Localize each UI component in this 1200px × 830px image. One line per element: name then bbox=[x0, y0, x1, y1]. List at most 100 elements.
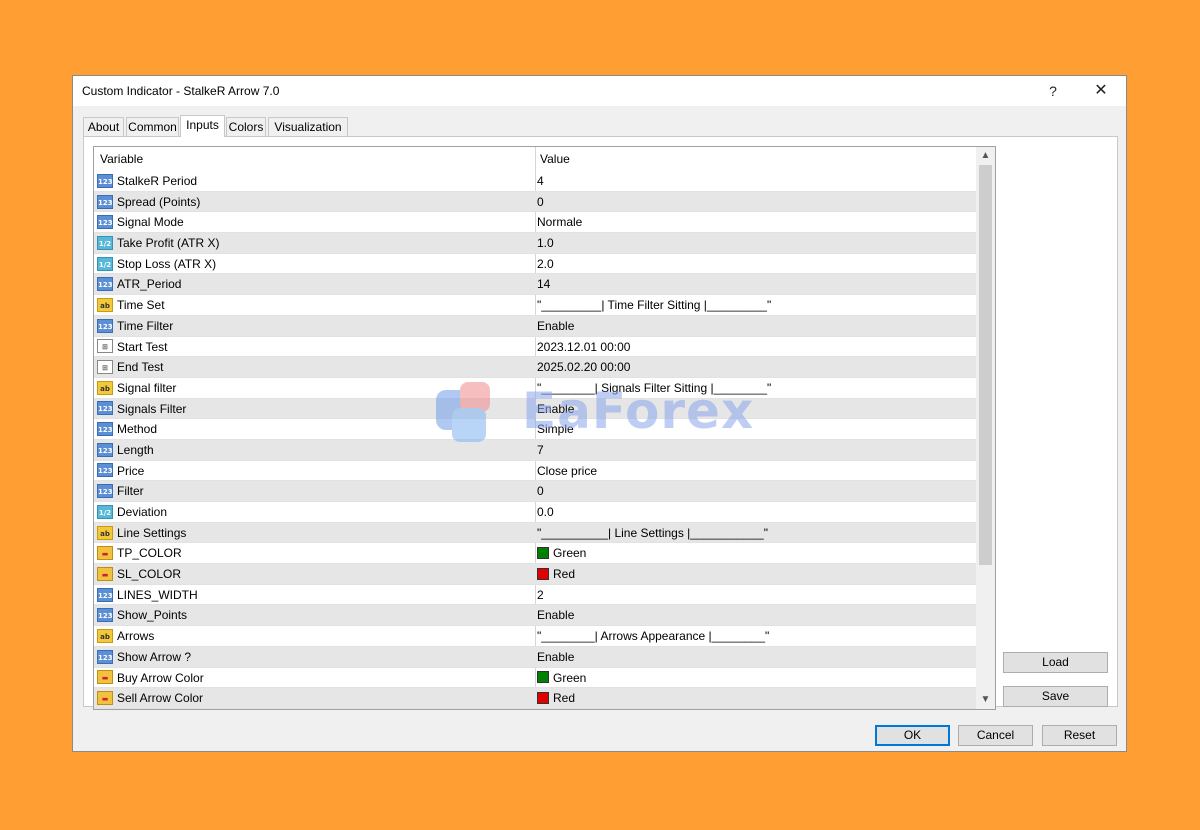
tab-inputs[interactable]: Inputs bbox=[180, 115, 225, 137]
tab-common[interactable]: Common bbox=[126, 117, 179, 136]
variable-name: End Test bbox=[117, 360, 164, 375]
table-row[interactable]: ▬ SL_COLOR Red bbox=[94, 564, 976, 585]
value-cell[interactable]: Normale bbox=[537, 212, 582, 232]
value-cell[interactable]: Enable bbox=[537, 399, 574, 419]
value-cell[interactable]: Enable bbox=[537, 316, 574, 336]
load-button[interactable]: Load bbox=[1003, 652, 1108, 673]
ok-button[interactable]: OK bbox=[875, 725, 950, 746]
int-type-icon: 123 bbox=[97, 608, 113, 623]
value-text: 2.0 bbox=[537, 256, 554, 271]
color-swatch bbox=[537, 671, 549, 684]
table-row[interactable]: ⊞ End Test 2025.02.20 00:00 bbox=[94, 357, 976, 378]
table-row[interactable]: ▬ TP_COLOR Green bbox=[94, 543, 976, 565]
table-row[interactable]: ▬ Buy Arrow Color Green bbox=[94, 668, 976, 689]
variable-cell: 1/2 Take Profit (ATR X) bbox=[97, 233, 533, 253]
variable-cell: 123 StalkeR Period bbox=[97, 171, 533, 191]
value-cell[interactable]: 2023.12.01 00:00 bbox=[537, 337, 630, 357]
value-cell[interactable]: 14 bbox=[537, 274, 550, 294]
table-row[interactable]: 1/2 Stop Loss (ATR X) 2.0 bbox=[94, 254, 976, 275]
value-cell[interactable]: Enable bbox=[537, 605, 574, 625]
variable-name: Spread (Points) bbox=[117, 194, 201, 209]
reset-button[interactable]: Reset bbox=[1042, 725, 1117, 746]
value-cell[interactable]: Close price bbox=[537, 461, 597, 481]
value-cell[interactable]: "__________| Line Settings |___________" bbox=[537, 523, 768, 543]
table-row[interactable]: 123 Price Close price bbox=[94, 461, 976, 482]
variable-cell: ▬ Buy Arrow Color bbox=[97, 668, 533, 688]
column-header-variable[interactable]: Variable bbox=[100, 147, 143, 171]
value-cell[interactable]: 7 bbox=[537, 440, 544, 460]
scroll-up-icon[interactable]: ▲ bbox=[976, 147, 995, 165]
table-row[interactable]: 123 Filter 0 bbox=[94, 481, 976, 502]
vertical-scrollbar[interactable]: ▲ ▼ bbox=[976, 147, 995, 709]
table-row[interactable]: 123 StalkeR Period 4 bbox=[94, 171, 976, 192]
color-swatch bbox=[537, 692, 549, 705]
save-button[interactable]: Save bbox=[1003, 686, 1108, 707]
variable-cell: ⊞ End Test bbox=[97, 357, 533, 377]
custom-indicator-dialog: Custom Indicator - StalkeR Arrow 7.0 ? ✕… bbox=[72, 75, 1127, 752]
value-cell[interactable]: Red bbox=[537, 564, 575, 584]
column-header-value[interactable]: Value bbox=[540, 147, 570, 171]
table-row[interactable]: 123 Signal Mode Normale bbox=[94, 212, 976, 234]
int-type-icon: 123 bbox=[97, 422, 113, 437]
table-row[interactable]: ab Signal filter "________| Signals Filter… bbox=[94, 378, 976, 399]
value-cell[interactable]: 2025.02.20 00:00 bbox=[537, 357, 630, 377]
table-row[interactable]: 123 Show_Points Enable bbox=[94, 605, 976, 627]
table-row[interactable]: ▬ Sell Arrow Color Red bbox=[94, 688, 976, 709]
value-cell[interactable]: "________| Arrows Appearance |________" bbox=[537, 626, 769, 646]
value-text: 2 bbox=[537, 587, 544, 602]
scroll-thumb[interactable] bbox=[979, 165, 992, 565]
close-button[interactable]: ✕ bbox=[1088, 80, 1114, 102]
value-cell[interactable]: 0 bbox=[537, 192, 544, 212]
variable-name: Stop Loss (ATR X) bbox=[117, 256, 217, 271]
table-row[interactable]: ab Time Set "_________| Time Filter Sittin… bbox=[94, 295, 976, 316]
value-cell[interactable]: 4 bbox=[537, 171, 544, 191]
value-text: Enable bbox=[537, 608, 575, 623]
variable-name: Deviation bbox=[117, 505, 168, 519]
table-row[interactable]: ab Arrows "________| Arrows Appearance |__… bbox=[94, 626, 976, 647]
value-cell[interactable]: Green bbox=[537, 668, 586, 688]
scroll-down-icon[interactable]: ▼ bbox=[976, 691, 995, 709]
table-row[interactable]: 123 ATR_Period 14 bbox=[94, 274, 976, 296]
table-row[interactable]: 123 Length 7 bbox=[94, 439, 976, 461]
tab-colors[interactable]: Colors bbox=[226, 117, 266, 136]
clr-type-icon: ▬ bbox=[97, 691, 113, 706]
value-cell[interactable]: 2.0 bbox=[537, 254, 554, 274]
table-row[interactable]: 123 Time Filter Enable bbox=[94, 315, 976, 337]
table-row[interactable]: ⊞ Start Test 2023.12.01 00:00 bbox=[94, 337, 976, 358]
value-cell[interactable]: Enable bbox=[537, 647, 574, 667]
tab-visualization[interactable]: Visualization bbox=[268, 117, 348, 136]
cancel-button[interactable]: Cancel bbox=[958, 725, 1033, 746]
table-row[interactable]: 1/2 Take Profit (ATR X) 1.0 bbox=[94, 233, 976, 254]
value-cell[interactable]: 2 bbox=[537, 585, 544, 605]
help-button[interactable]: ? bbox=[1042, 80, 1064, 102]
value-cell[interactable]: 1.0 bbox=[537, 233, 554, 253]
tab-about[interactable]: About bbox=[83, 117, 124, 136]
variable-name: LINES_WIDTH bbox=[117, 587, 198, 602]
table-row[interactable]: 123 Method Simple bbox=[94, 419, 976, 440]
inputs-grid[interactable]: Variable Value 123 StalkeR Period 4 123 Spre… bbox=[93, 146, 996, 710]
value-cell[interactable]: 0.0 bbox=[537, 502, 554, 522]
value-cell[interactable]: Green bbox=[537, 543, 586, 563]
value-cell[interactable]: "_________| Time Filter Sitting |_______… bbox=[537, 295, 771, 315]
clr-type-icon: ▬ bbox=[97, 566, 113, 581]
table-row[interactable]: 123 Spread (Points) 0 bbox=[94, 191, 976, 213]
value-cell[interactable]: 0 bbox=[537, 481, 544, 501]
value-text: "_________| Time Filter Sitting |_______… bbox=[537, 298, 772, 313]
variable-name: Time Set bbox=[117, 298, 165, 313]
value-cell[interactable]: "________| Signals Filter Sitting |_____… bbox=[537, 378, 771, 398]
int-type-icon: 123 bbox=[97, 587, 113, 602]
value-cell[interactable]: Simple bbox=[537, 419, 574, 439]
table-row[interactable]: 123 Show Arrow ? Enable bbox=[94, 646, 976, 668]
table-row[interactable]: 123 LINES_WIDTH 2 bbox=[94, 585, 976, 606]
dbl-type-icon: 1/2 bbox=[97, 504, 113, 519]
value-text: 4 bbox=[537, 174, 544, 188]
variable-name: TP_COLOR bbox=[117, 546, 182, 561]
table-row[interactable]: 123 Signals Filter Enable bbox=[94, 398, 976, 420]
table-row[interactable]: ab Line Settings "__________| Line Setting… bbox=[94, 522, 976, 544]
variable-cell: 123 Filter bbox=[97, 481, 533, 501]
variable-cell: 123 Method bbox=[97, 419, 533, 439]
dt-type-icon: ⊞ bbox=[97, 339, 113, 354]
table-row[interactable]: 1/2 Deviation 0.0 bbox=[94, 502, 976, 523]
variable-cell: 123 Show Arrow ? bbox=[97, 647, 533, 667]
value-cell[interactable]: Red bbox=[537, 688, 575, 708]
